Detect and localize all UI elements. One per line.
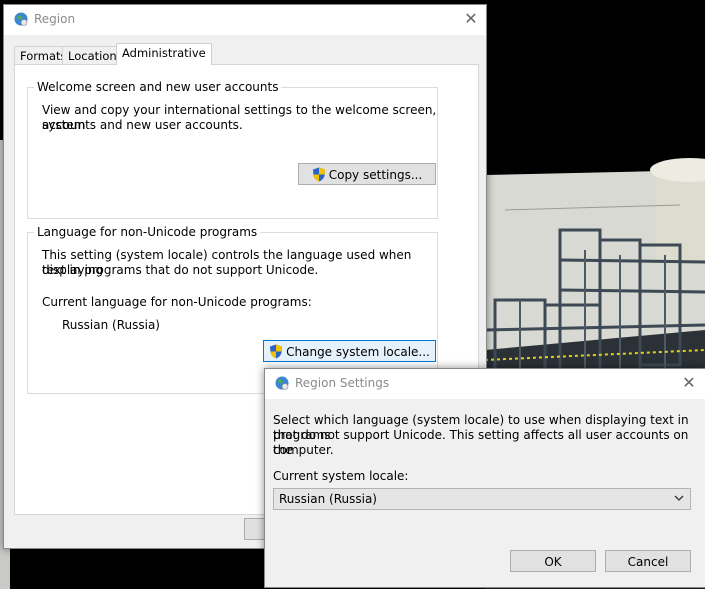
welcome-description-line2: accounts and new user accounts. [42, 118, 243, 132]
welcome-group-label: Welcome screen and new user accounts [34, 80, 282, 94]
tab-location[interactable]: Location [62, 46, 123, 65]
copy-settings-button[interactable]: Copy settings... [298, 163, 436, 185]
change-system-locale-label: Change system locale... [286, 345, 430, 359]
non-unicode-group-label: Language for non-Unicode programs [34, 225, 261, 239]
chevron-down-icon [674, 495, 684, 501]
copy-settings-label: Copy settings... [328, 168, 423, 182]
settings-description-line2: that do not support Unicode. This settin… [273, 428, 689, 457]
globe-icon [275, 376, 289, 390]
non-unicode-description-line2: text in programs that do not support Uni… [42, 263, 319, 277]
dialog-title: Region Settings [295, 376, 390, 390]
region-titlebar[interactable]: Region ✕ [4, 5, 486, 35]
region-settings-titlebar[interactable]: Region Settings ✕ [265, 369, 705, 399]
globe-icon [14, 12, 28, 26]
ok-button[interactable]: OK [510, 550, 596, 572]
change-system-locale-button[interactable]: Change system locale... [263, 340, 436, 362]
tab-administrative[interactable]: Administrative [116, 43, 212, 65]
cancel-button[interactable]: Cancel [605, 550, 691, 572]
current-language-label: Current language for non-Unicode program… [42, 295, 312, 309]
close-icon[interactable]: ✕ [679, 373, 699, 393]
current-system-locale-label: Current system locale: [273, 469, 409, 483]
welcome-group: Welcome screen and new user accounts Vie… [27, 80, 438, 219]
system-locale-select[interactable]: Russian (Russia) [273, 488, 691, 510]
system-locale-value: Russian (Russia) [279, 492, 377, 506]
shield-icon [270, 344, 283, 359]
settings-description-line3: computer. [273, 443, 334, 457]
window-title: Region [34, 12, 76, 26]
close-icon[interactable]: ✕ [461, 9, 481, 29]
current-language-value: Russian (Russia) [62, 318, 160, 332]
region-settings-dialog: Region Settings ✕ Select which language … [264, 368, 705, 588]
shield-icon [312, 167, 325, 182]
